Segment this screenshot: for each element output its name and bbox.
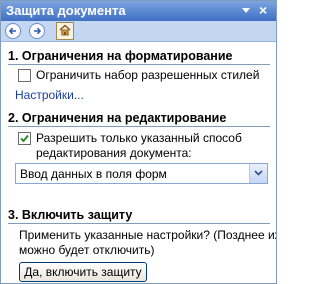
- back-arrow-icon: [8, 26, 18, 36]
- editing-type-value: Ввод данных в поля форм: [20, 167, 167, 181]
- restrict-styles-label: Ограничить набор разрешенных стилей: [36, 68, 260, 82]
- allow-editing-label-line2: редактирования документа:: [36, 146, 192, 160]
- pane-titlebar: Защита документа ×: [1, 1, 276, 21]
- enable-protection-button[interactable]: Да, включить защиту: [19, 262, 147, 282]
- pane-menu-dropdown-icon[interactable]: [242, 8, 250, 13]
- editing-type-select[interactable]: Ввод данных в поля форм: [15, 163, 268, 184]
- allow-editing-label-line1: Разрешить только указанный способ: [36, 131, 242, 145]
- close-icon[interactable]: ×: [259, 2, 267, 19]
- section-protection-divider: [8, 223, 270, 224]
- back-button[interactable]: [5, 23, 21, 39]
- home-button[interactable]: [56, 22, 74, 40]
- checkmark-icon: [20, 134, 29, 143]
- pane-title: Защита документа: [6, 3, 126, 18]
- section-protection-title: 3. Включить защиту: [8, 208, 133, 222]
- section-formatting-title: 1. Ограничения на форматирование: [8, 49, 233, 63]
- forward-button[interactable]: [29, 23, 45, 39]
- formatting-settings-link[interactable]: Настройки...: [15, 88, 84, 102]
- pane-navbar: [1, 21, 276, 42]
- section-formatting-divider: [8, 64, 270, 65]
- task-pane: Защита документа × 1. Ограничения на фор…: [0, 0, 277, 284]
- editing-type-dropdown-button[interactable]: [249, 164, 267, 183]
- protection-desc-line2: можно будет отключить): [19, 243, 155, 257]
- section-editing-divider: [8, 126, 270, 127]
- home-icon: [59, 24, 71, 39]
- forward-arrow-icon: [32, 26, 42, 36]
- chevron-down-icon: [254, 170, 263, 176]
- restrict-styles-checkbox[interactable]: [18, 69, 31, 82]
- allow-editing-checkbox[interactable]: [18, 132, 31, 145]
- protection-desc-line1: Применить указанные настройки? (Позднее …: [19, 228, 277, 242]
- section-editing-title: 2. Ограничения на редактирование: [8, 111, 227, 125]
